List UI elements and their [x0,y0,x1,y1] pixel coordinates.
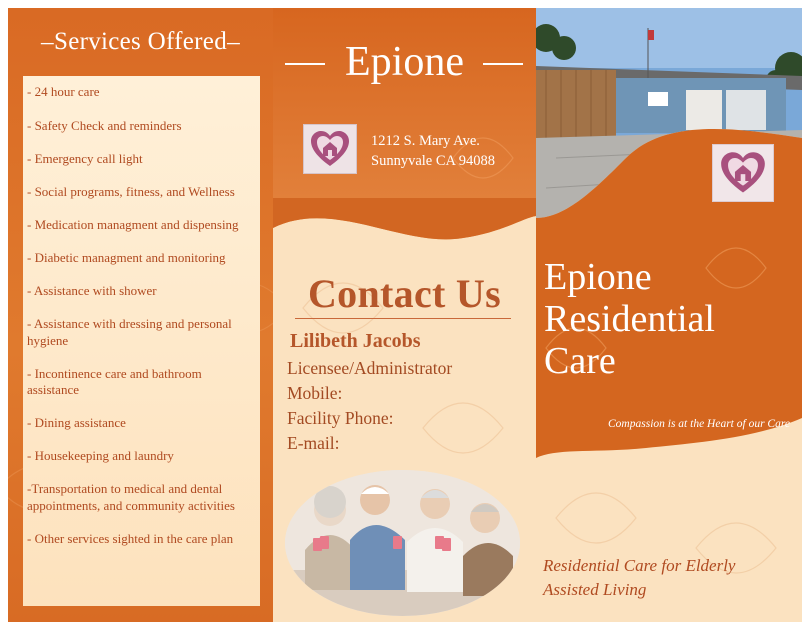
services-list: - 24 hour care - Safety Check and reminde… [23,76,260,547]
heart-house-logo-icon [721,152,765,193]
services-box: - 24 hour care - Safety Check and reminde… [23,76,260,606]
service-item: - Assistance with dressing and personal … [27,316,232,348]
brand-rule-right [483,63,523,65]
service-item: - Housekeeping and laundry [27,448,174,463]
cover-title-line1: Epione [544,256,652,298]
service-item: - Social programs, fitness, and Wellness [27,184,235,199]
address: 1212 S. Mary Ave. Sunnyvale CA 94088 [371,131,495,171]
seniors-playing-cards-image [285,470,520,616]
logo [303,124,357,174]
service-item: - Assistance with shower [27,283,157,298]
contact-role: Licensee/Administrator [287,358,453,378]
contact-person: Lilibeth Jacobs [290,330,421,352]
cover-title-line2: Residential [544,298,715,340]
mobile-label: Mobile: [287,383,343,403]
service-item: - Medication managment and dispensing [27,217,239,232]
heart-house-logo-icon [311,131,349,166]
contact-panel: Epione 1212 S. Mary Ave. Sunnyvale CA 94… [273,8,536,622]
cover-footer: Residential Care for Elderly Assisted Li… [543,554,735,602]
address-line2: Sunnyvale CA 94088 [371,153,496,169]
contact-rule [295,318,511,319]
service-item: - Diabetic managment and monitoring [27,250,226,265]
cover-panel: Epione Residential Care Compassion is at… [536,8,802,622]
service-item: - 24 hour care [27,84,100,99]
services-title: ─Services Offered─ [40,28,241,55]
services-panel: ─Services Offered─ - 24 hour care - Safet… [8,8,273,622]
service-item: - Emergency call light [27,151,143,166]
facility-phone-label: Facility Phone: [287,408,394,428]
service-item: -Transportation to medical and dental ap… [27,481,235,513]
brand-name: Epione [345,39,464,85]
service-item: - Other services sighted in the care pla… [27,530,234,546]
service-item: - Dining assistance [27,415,126,430]
cover-footer-line1: Residential Care for Elderly [543,556,736,575]
service-item: - Incontinence care and bathroom assista… [27,365,202,398]
address-line1: 1212 S. Mary Ave. [371,133,480,149]
service-item: - Safety Check and reminders [27,117,182,133]
cover-tagline: Compassion is at the Heart of our Care [608,418,790,430]
seniors-photo [285,470,520,616]
cover-logo [712,144,774,202]
cover-title: Epione Residential Care [544,256,715,382]
cover-footer-line2: Assisted Living [543,580,647,599]
email-label: E-mail: [287,433,340,453]
cover-title-line3: Care [544,340,616,382]
contact-heading: Contact Us [308,271,501,316]
